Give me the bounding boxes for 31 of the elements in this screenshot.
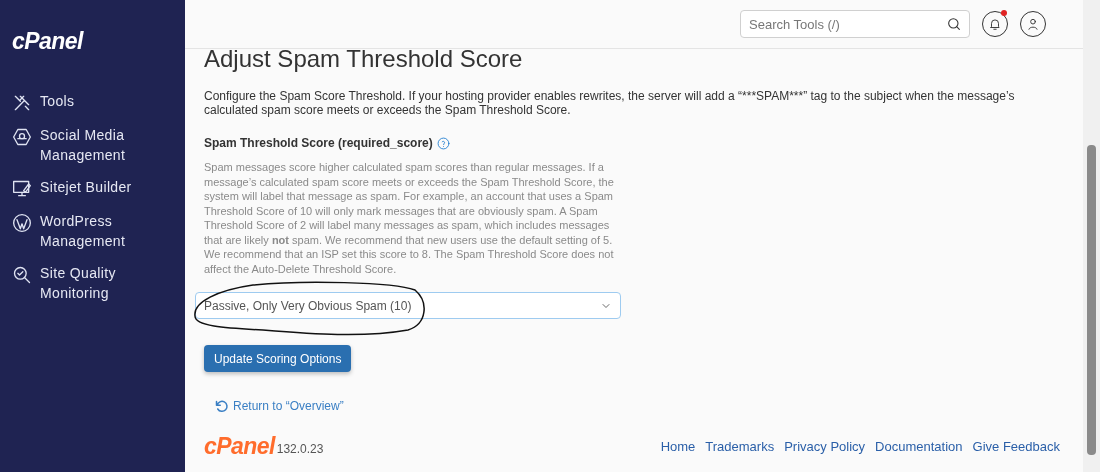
search-field[interactable]: Search Tools (/) (740, 10, 970, 38)
return-link[interactable]: Return to “Overview” (214, 397, 344, 415)
version-text: 132.0.23 (276, 441, 324, 458)
search-icon (946, 16, 962, 32)
footer-link[interactable]: Documentation (875, 436, 963, 456)
bell-icon (988, 17, 1002, 31)
monitor-pen-icon (12, 178, 32, 199)
sidebar-item[interactable]: Social Media Management (12, 124, 173, 165)
wordpress-icon (12, 212, 32, 233)
page-title: Adjust Spam Threshold Score (204, 45, 524, 73)
update-scoring-button[interactable]: Update Scoring Options (204, 345, 352, 372)
footer-link[interactable]: Give Feedback (972, 436, 1060, 456)
magnifier-check-icon (12, 264, 32, 285)
cpanel-logo[interactable]: cPanel (12, 24, 83, 59)
score-select[interactable]: Passive, Only Very Obvious Spam (10) (195, 292, 621, 319)
footer-link[interactable]: Home (660, 436, 696, 456)
footer-link[interactable]: Privacy Policy (784, 436, 866, 456)
help-icon[interactable] (436, 136, 450, 150)
sidebar-item[interactable]: WordPress Management (12, 210, 173, 251)
user-icon (1026, 17, 1040, 31)
field-label: Spam Threshold Score (required_score) (204, 135, 433, 152)
help-text: Spam messages score higher calculated spam scores than regular messages. If a message’s calculated spam score meets or exceeds the Spam Threshold Score, the system will label that message as spam. For example, an account that uses a Spam Threshold Score of 10 will only mark messages that are obviously spam. A Spam Threshold Score of 2 will label many messages as spam, which includes messages that are likely not spam. We recommend that new users use the default setting of 5. We recommend that an ISP set this score to 8. The Spam Threshold Score does not affect the Auto-Delete Threshold Score. (204, 160, 614, 276)
sidebar-item[interactable]: Tools (12, 90, 173, 113)
intro-text: Configure the Spam Score Threshold. If your hosting provider enables rewrites, the server will add a “***SPAM***” tag to the subject when the message’s calculated spam score meets or exceeds the Spam Threshold Score. (204, 89, 1016, 117)
undo-icon (214, 398, 229, 414)
sidebar-item[interactable]: Site Quality Monitoring (12, 262, 173, 303)
cpanel-logo: cPanel (204, 435, 275, 458)
scrollbar[interactable] (1083, 0, 1100, 472)
sidebar-item[interactable]: Sitejet Builder (12, 176, 173, 199)
hexagon-icon (12, 126, 32, 147)
footer-link[interactable]: Trademarks (705, 436, 775, 456)
